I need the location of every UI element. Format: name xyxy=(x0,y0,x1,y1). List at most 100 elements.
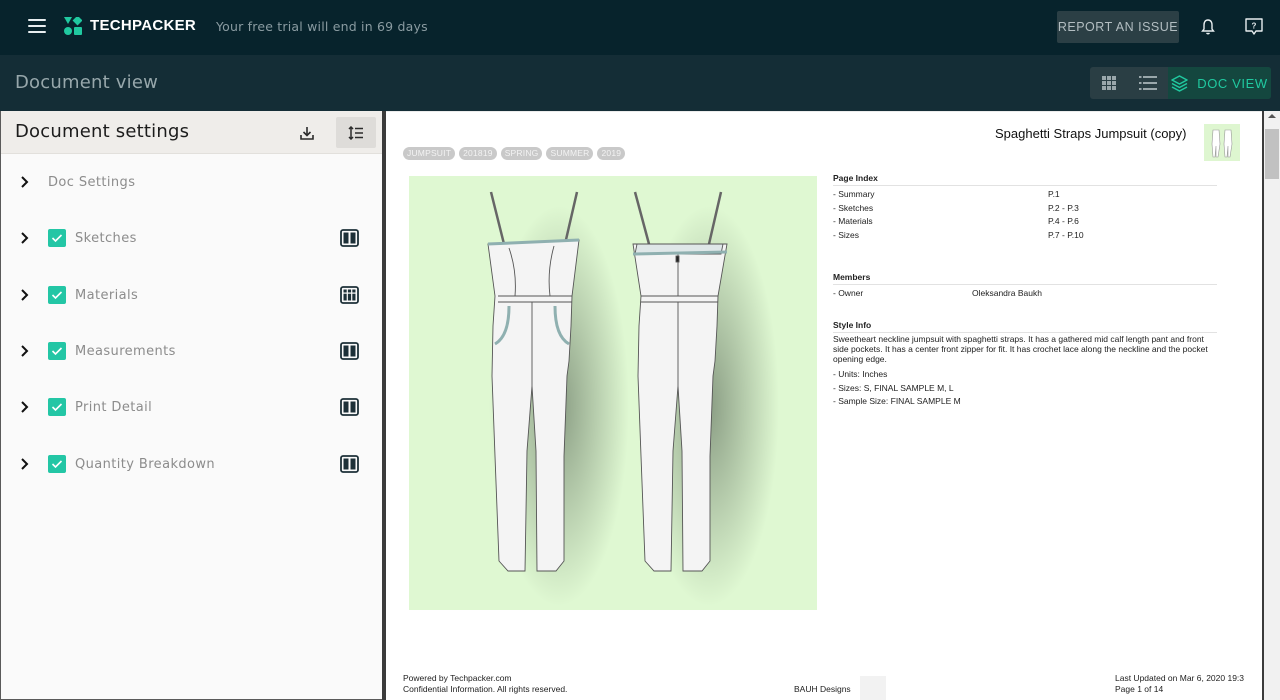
tag-list: JUMPSUIT 201819 SPRING SUMMER 2019 xyxy=(403,147,626,160)
page-index-row: - Sketches P.2 - P.3 xyxy=(833,202,1217,216)
member-row: - Owner Oleksandra Baukh xyxy=(833,287,1217,301)
two-column-layout-icon[interactable] xyxy=(340,342,359,360)
settings-item-quantity-breakdown[interactable]: Quantity Breakdown xyxy=(1,444,382,484)
page-index-name: - Materials xyxy=(833,216,873,227)
tag: JUMPSUIT xyxy=(403,147,456,160)
settings-item-materials[interactable]: Materials xyxy=(1,275,382,315)
members-heading: Members xyxy=(833,272,1217,285)
members-section: Members - Owner Oleksandra Baukh xyxy=(833,272,1217,301)
chevron-right-icon[interactable] xyxy=(19,400,31,414)
reorder-list-icon xyxy=(348,125,363,140)
doc-view-label: DOC VIEW xyxy=(1197,75,1268,91)
style-info-section: Style Info Sweetheart neckline jumpsuit … xyxy=(833,320,1219,409)
company-logo xyxy=(860,676,886,700)
trial-notice: Your free trial will end in 69 days xyxy=(216,19,428,34)
page-index-row: - Summary P.1 xyxy=(833,188,1217,202)
view-toggle: DOC VIEW xyxy=(1090,67,1271,99)
grid-view-button[interactable] xyxy=(1090,67,1128,99)
download-icon[interactable] xyxy=(297,123,317,143)
document-preview: JUMPSUIT 201819 SPRING SUMMER 2019 Spagh… xyxy=(386,111,1262,700)
settings-item-doc-settings[interactable]: Doc Settings xyxy=(1,162,382,202)
page-index-pages: P.2 - P.3 xyxy=(1048,202,1079,213)
chevron-right-icon[interactable] xyxy=(19,175,31,189)
vertical-scrollbar[interactable] xyxy=(1262,111,1280,700)
style-thumbnail xyxy=(1204,124,1240,161)
quantity-breakdown-checkbox[interactable] xyxy=(48,455,66,473)
tag: 201819 xyxy=(459,147,497,160)
style-info-heading: Style Info xyxy=(833,320,1217,333)
page-index-row: - Sizes P.7 - P.10 xyxy=(833,229,1217,243)
style-description: Sweetheart neckline jumpsuit with spaghe… xyxy=(833,334,1208,364)
doc-footer-right: Last Updated on Mar 6, 2020 19:3 Page 1 … xyxy=(1115,673,1244,695)
page-number: Page 1 of 14 xyxy=(1115,684,1164,694)
page-index-row: - Materials P.4 - P.6 xyxy=(833,215,1217,229)
scrollbar-thumb[interactable] xyxy=(1265,129,1279,179)
two-column-layout-icon[interactable] xyxy=(340,398,359,416)
page-index-name: - Sketches xyxy=(833,202,874,213)
svg-text:?: ? xyxy=(1252,22,1257,31)
settings-item-label: Quantity Breakdown xyxy=(75,456,216,472)
confidential-notice: Confidential Information. All rights res… xyxy=(403,684,568,694)
company-name: BAUH Designs xyxy=(794,684,851,694)
bell-icon[interactable] xyxy=(1200,18,1216,36)
page-index-section: Page Index - Summary P.1 - Sketches P.2 - … xyxy=(833,173,1217,242)
sketch-image xyxy=(409,176,817,610)
doc-view-button[interactable]: DOC VIEW xyxy=(1168,67,1271,99)
measurements-checkbox[interactable] xyxy=(48,342,66,360)
doc-footer-left: Powered by Techpacker.com Confidential I… xyxy=(403,673,567,695)
chevron-right-icon[interactable] xyxy=(19,288,31,302)
panel-title: Document settings xyxy=(15,121,190,142)
page-index-name: - Summary xyxy=(833,189,875,199)
tag: SPRING xyxy=(500,147,543,160)
style-info-line: - Units: Inches xyxy=(833,369,888,380)
page-index-heading: Page Index xyxy=(833,173,1217,186)
report-issue-button[interactable]: REPORT AN ISSUE xyxy=(1057,11,1179,43)
style-title: Spaghetti Straps Jumpsuit (copy) xyxy=(995,126,1187,141)
list-view-button[interactable] xyxy=(1128,67,1168,99)
style-info-line: - Sample Size: FINAL SAMPLE M xyxy=(833,396,961,407)
check-icon xyxy=(51,460,63,469)
two-column-layout-icon[interactable] xyxy=(340,455,359,473)
help-icon[interactable]: ? xyxy=(1244,17,1264,37)
page-title: Document view xyxy=(15,72,159,93)
member-role: - Owner xyxy=(833,288,864,298)
settings-item-measurements[interactable]: Measurements xyxy=(1,331,382,371)
settings-item-label: Sketches xyxy=(75,230,137,246)
last-updated: Last Updated on Mar 6, 2020 19:3 xyxy=(1115,673,1245,683)
brand-name: TECHPACKER xyxy=(90,17,197,34)
scroll-up-arrow-icon[interactable] xyxy=(1268,114,1276,118)
settings-item-label: Materials xyxy=(75,287,139,303)
member-name: Oleksandra Baukh xyxy=(972,288,1042,298)
materials-checkbox[interactable] xyxy=(48,286,66,304)
two-column-layout-icon[interactable] xyxy=(340,229,359,247)
style-info-line: - Sizes: S, FINAL SAMPLE M, L xyxy=(833,382,954,393)
techpacker-logo-icon xyxy=(64,17,82,35)
chevron-right-icon[interactable] xyxy=(19,344,31,358)
powered-by: Powered by Techpacker.com xyxy=(403,673,512,683)
check-icon xyxy=(51,403,63,412)
page-index-pages: P.7 - P.10 xyxy=(1048,229,1084,240)
menu-icon[interactable] xyxy=(28,19,46,34)
reorder-button[interactable] xyxy=(336,117,376,148)
sketches-checkbox[interactable] xyxy=(48,229,66,247)
check-icon xyxy=(51,347,63,356)
sub-header: Document view DOC VIEW xyxy=(0,55,1280,111)
document-settings-panel: Document settings Doc Settings Sketches xyxy=(1,111,382,699)
page-index-pages: P.4 - P.6 xyxy=(1048,216,1079,227)
settings-item-print-detail[interactable]: Print Detail xyxy=(1,387,382,427)
page-index-name: - Sizes xyxy=(833,229,859,240)
panel-header: Document settings xyxy=(1,111,382,154)
check-icon xyxy=(51,291,63,300)
settings-item-label: Measurements xyxy=(75,343,176,359)
settings-item-label: Doc Settings xyxy=(48,174,136,190)
settings-item-sketches[interactable]: Sketches xyxy=(1,218,382,258)
tag: 2019 xyxy=(597,147,626,160)
layers-icon xyxy=(1171,74,1188,92)
check-icon xyxy=(51,234,63,243)
chevron-right-icon[interactable] xyxy=(19,231,31,245)
tag: SUMMER xyxy=(546,147,594,160)
top-bar: TECHPACKER Your free trial will end in 6… xyxy=(0,0,1280,55)
chevron-right-icon[interactable] xyxy=(19,457,31,471)
print-detail-checkbox[interactable] xyxy=(48,398,66,416)
grid-layout-icon[interactable] xyxy=(340,286,359,304)
